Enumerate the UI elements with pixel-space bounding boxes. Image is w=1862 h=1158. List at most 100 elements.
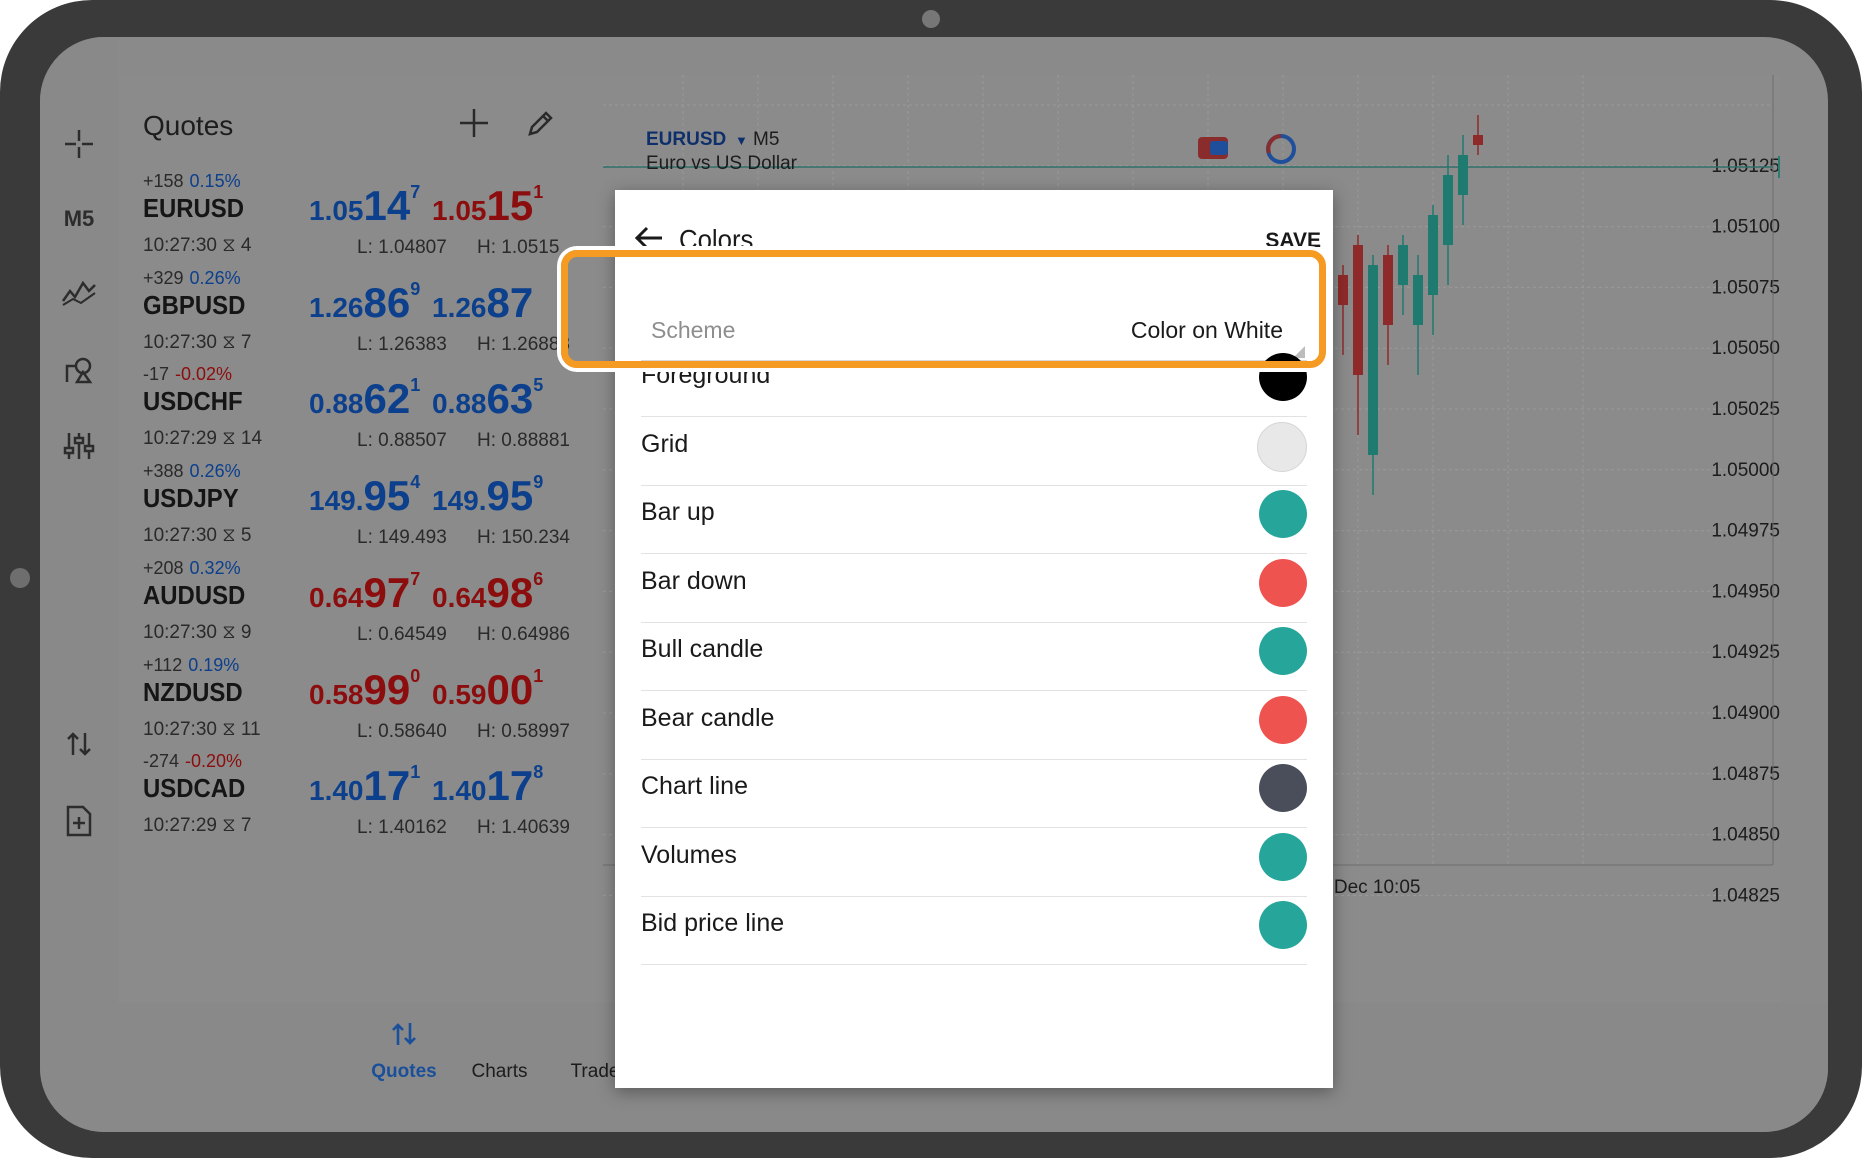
nav-charts[interactable]: Charts: [445, 1061, 555, 1083]
change-percent: 0.15%: [189, 171, 241, 191]
bid-fraction: 7: [410, 568, 421, 589]
symbol-dropdown-icon: ▼: [735, 133, 748, 148]
spread-icon: ⧖: [222, 331, 236, 353]
bid-price: 149.954: [309, 472, 421, 520]
quote-spread: 14: [240, 428, 263, 450]
ask-pips: 15: [486, 182, 534, 229]
spread-icon: ⧖: [222, 428, 236, 450]
candle-body: [1383, 255, 1393, 325]
ask-main: 1.05: [432, 195, 487, 226]
nav-quotes[interactable]: Quotes: [349, 1061, 459, 1083]
bid-main: 149.: [309, 485, 364, 517]
bid-main: 0.58: [309, 678, 364, 710]
color-swatch[interactable]: [1259, 627, 1307, 675]
time-axis-label: 3 Dec 10:05: [1318, 877, 1420, 898]
current-price-tag: [1778, 156, 1828, 178]
objects-icon[interactable]: [54, 345, 104, 395]
indicators-icon[interactable]: [54, 267, 104, 317]
chart-description: Euro vs US Dollar: [646, 153, 798, 174]
price-axis-label: 1.05000: [1711, 460, 1780, 481]
tablet-frame: M5 Quotes +158 0.15% EURUSD 10:27:30 ⧖ 4…: [0, 0, 1862, 1158]
quote-timestamp: 10:27:30: [143, 525, 217, 547]
bid-main: 0.88: [309, 388, 364, 420]
color-swatch[interactable]: [1259, 832, 1307, 881]
ask-fraction: 6: [533, 568, 544, 589]
quote-symbol: NZDUSD: [143, 676, 243, 707]
quote-symbol: AUDUSD: [143, 579, 246, 610]
color-swatch[interactable]: [1259, 490, 1307, 538]
quotes-nav-icon[interactable]: [349, 1021, 459, 1047]
candle-body: [1473, 135, 1483, 145]
color-swatch[interactable]: [1259, 695, 1307, 744]
color-row-bid-price-line[interactable]: Bid price line: [641, 883, 1307, 965]
spread-icon: ⧖: [222, 525, 236, 547]
spread-icon: ⧖: [222, 621, 236, 643]
ask-price: 0.59001: [432, 665, 544, 713]
crosshair-icon[interactable]: [54, 119, 104, 169]
bid-price: 0.64977: [309, 568, 421, 616]
bid-fraction: 0: [410, 665, 421, 686]
bid-main: 1.05: [309, 195, 364, 226]
bid-pips: 17: [363, 762, 411, 810]
bid-price: 0.58990: [309, 665, 421, 711]
quote-change: +158 0.15%: [143, 171, 241, 192]
edit-pencil-icon[interactable]: [521, 103, 561, 143]
price-axis-label: 1.04925: [1711, 642, 1780, 663]
bid-main: 1.26: [309, 291, 364, 323]
bid-price: 1.05147: [309, 182, 420, 229]
quote-high: H: 0.58997: [477, 720, 570, 742]
quote-time: 10:27:29 ⧖ 7: [143, 815, 251, 837]
ask-main: 1.26: [432, 291, 487, 323]
color-label: Bar up: [641, 498, 715, 526]
bid-pips: 86: [363, 278, 411, 326]
price-axis-label: 1.04875: [1711, 764, 1780, 785]
ask-fraction: 8: [533, 762, 544, 783]
candle-body: [1338, 275, 1348, 305]
candle-body: [1443, 175, 1453, 245]
color-swatch[interactable]: [1259, 764, 1307, 812]
add-symbol-button[interactable]: [454, 103, 494, 143]
timeframe-button[interactable]: M5: [54, 194, 104, 244]
color-swatch[interactable]: [1259, 558, 1307, 607]
quote-timestamp: 10:27:30: [143, 718, 217, 740]
ask-fraction: 1: [533, 665, 544, 686]
change-points: +329: [143, 267, 184, 288]
ask-pips: 00: [486, 665, 534, 713]
bid-pips: 14: [363, 182, 411, 229]
color-swatch[interactable]: [1257, 421, 1307, 472]
one-click-trading-icon: [1210, 141, 1228, 155]
ask-pips: 98: [486, 568, 534, 616]
quote-timestamp: 10:27:29: [143, 428, 217, 450]
ask-fraction: 5: [533, 375, 544, 396]
bid-fraction: 1: [410, 762, 421, 783]
new-document-icon[interactable]: [54, 796, 104, 846]
settings-sliders-icon[interactable]: [54, 421, 104, 471]
bid-fraction: 4: [410, 472, 421, 493]
change-percent: -0.02%: [175, 364, 233, 385]
quote-low: L: 1.04807: [357, 237, 447, 258]
quote-low: L: 149.493: [357, 527, 447, 549]
price-axis-label: 1.04950: [1711, 581, 1780, 602]
change-points: +112: [143, 654, 183, 675]
change-points: +208: [143, 557, 184, 578]
color-label: Chart line: [641, 772, 748, 800]
quote-spread: 7: [240, 331, 252, 353]
price-axis-label: 1.05025: [1711, 399, 1780, 420]
left-toolbar: M5: [40, 37, 118, 1003]
ask-pips: 17: [486, 762, 534, 810]
color-label: Grid: [641, 429, 689, 458]
quote-time: 10:27:30 ⧖ 9: [143, 622, 251, 644]
bid-fraction: 9: [410, 278, 421, 299]
bid-pips: 97: [363, 568, 411, 616]
color-swatch[interactable]: [1259, 901, 1307, 949]
bid-pips: 95: [363, 472, 411, 520]
chart-symbol: EURUSD: [646, 129, 726, 150]
app-screen: M5 Quotes +158 0.15% EURUSD 10:27:30 ⧖ 4…: [40, 37, 1828, 1132]
change-points: +388: [143, 461, 184, 482]
change-percent: 0.26%: [189, 267, 241, 288]
quotes-title: Quotes: [143, 110, 234, 141]
sort-arrows-icon[interactable]: [54, 719, 104, 769]
quote-row[interactable]: -274 -0.20% USDCAD 10:27:29 ⧖ 7 1.40171 1.401…: [119, 751, 603, 865]
quote-spread: 9: [240, 621, 252, 643]
ask-price: 149.959: [432, 473, 543, 517]
